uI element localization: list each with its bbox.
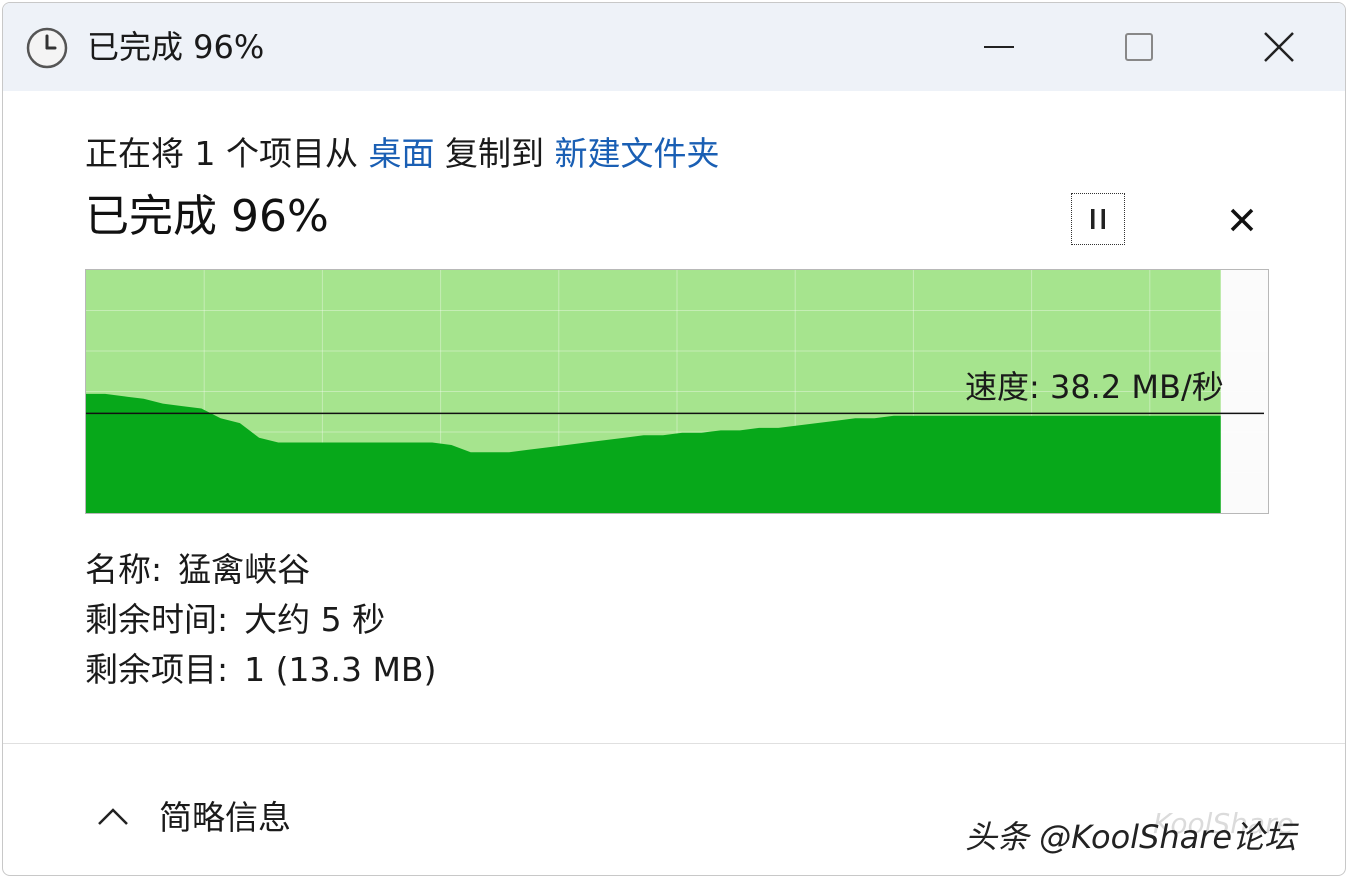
detail-row-name: 名称: 猛禽峡谷 xyxy=(85,545,436,595)
footer-divider xyxy=(3,743,1345,744)
maximize-icon xyxy=(1125,33,1153,61)
pause-icon xyxy=(1091,209,1105,229)
title-bar[interactable]: 已完成 96% xyxy=(3,3,1345,91)
detail-row-time-remaining: 剩余时间: 大约 5 秒 xyxy=(85,595,436,645)
fewer-details-label: 简略信息 xyxy=(159,798,291,837)
detail-row-items-remaining: 剩余项目: 1 (13.3 MB) xyxy=(85,645,436,695)
time-remaining-value: 大约 5 秒 xyxy=(244,600,386,639)
name-key: 名称: xyxy=(85,550,163,589)
items-remaining-key: 剩余项目: xyxy=(85,650,229,689)
close-window-button[interactable] xyxy=(1209,3,1345,91)
speed-label: 速度: 38.2 MB/秒 xyxy=(965,368,1224,406)
progress-status: 已完成 96% xyxy=(85,191,329,242)
copy-details: 名称: 猛禽峡谷 剩余时间: 大约 5 秒 剩余项目: 1 (13.3 MB) xyxy=(85,545,436,695)
clock-icon xyxy=(26,27,68,69)
close-icon xyxy=(1264,32,1294,62)
time-remaining-key: 剩余时间: xyxy=(85,600,229,639)
name-value: 猛禽峡谷 xyxy=(178,550,311,589)
pause-button[interactable] xyxy=(1071,193,1125,245)
fewer-details-button[interactable]: 简略信息 xyxy=(93,787,291,843)
maximize-button[interactable] xyxy=(1069,3,1209,91)
copy-middle: 复制到 xyxy=(434,134,555,173)
chevron-up-icon xyxy=(98,808,128,825)
window-title: 已完成 96% xyxy=(87,28,265,66)
source-folder-link[interactable]: 桌面 xyxy=(368,134,434,173)
items-remaining-value: 1 (13.3 MB) xyxy=(244,650,437,689)
copy-dialog-window: 已完成 96% 正在将 1 个项目从 桌面 复制到 新建文件夹 已完成 96% xyxy=(2,2,1346,876)
destination-folder-link[interactable]: 新建文件夹 xyxy=(554,134,719,173)
minimize-icon xyxy=(984,46,1014,48)
cancel-icon xyxy=(1230,208,1254,232)
minimize-button[interactable] xyxy=(929,3,1069,91)
copy-prefix: 正在将 1 个项目从 xyxy=(85,134,369,173)
watermark-text: 头条 @KoolShare论坛 xyxy=(965,818,1297,856)
copy-description: 正在将 1 个项目从 桌面 复制到 新建文件夹 xyxy=(85,131,719,177)
cancel-copy-button[interactable] xyxy=(1215,197,1269,243)
